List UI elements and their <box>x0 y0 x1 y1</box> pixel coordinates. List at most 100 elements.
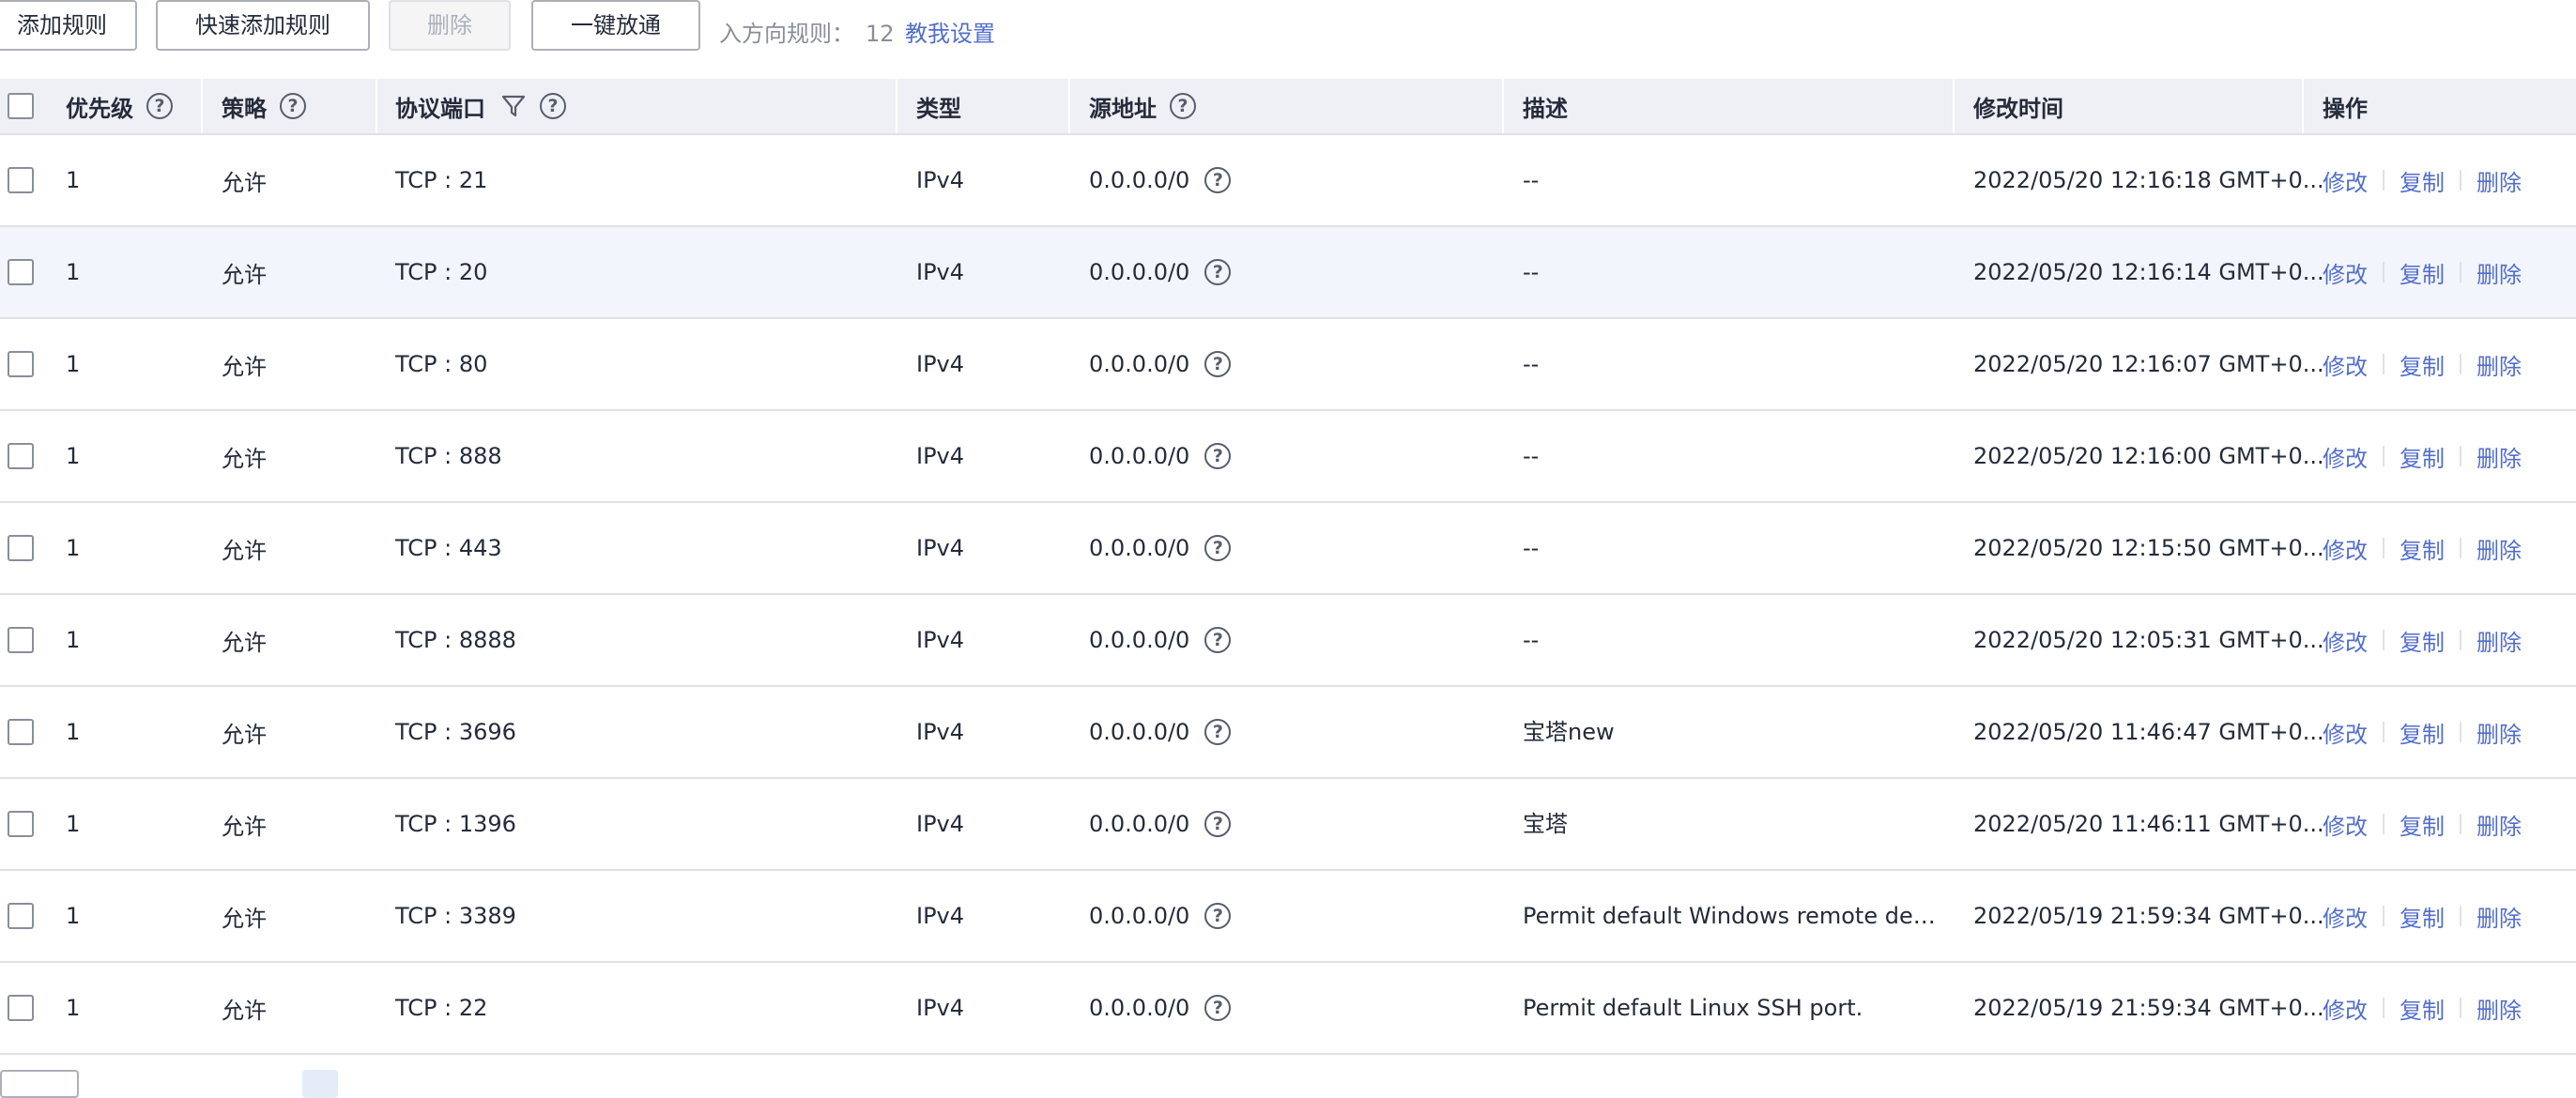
delete-link[interactable]: 删除 <box>2476 992 2522 1025</box>
row-checkbox[interactable] <box>8 167 34 193</box>
help-icon[interactable]: ? <box>1204 351 1232 377</box>
source-value: 0.0.0.0/0 <box>1089 535 1190 561</box>
copy-link[interactable]: 复制 <box>2400 716 2445 749</box>
table-row[interactable]: 1 允许 TCP : 80 IPv4 0.0.0.0/0? -- 2022/05/20 12… <box>0 319 2576 411</box>
help-icon[interactable]: ? <box>280 93 306 119</box>
one-click-open-button[interactable]: 一键放通 <box>531 0 700 51</box>
edit-link[interactable]: 修改 <box>2323 716 2368 749</box>
table-row[interactable]: 1 允许 TCP : 20 IPv4 0.0.0.0/0? -- 2022/05/20 12… <box>0 227 2576 319</box>
delete-link[interactable]: 删除 <box>2476 716 2522 749</box>
edit-link[interactable]: 修改 <box>2323 256 2368 289</box>
table-row[interactable]: 1 允许 TCP : 443 IPv4 0.0.0.0/0? -- 2022/05/20 1… <box>0 503 2576 595</box>
copy-link[interactable]: 复制 <box>2400 808 2445 841</box>
help-icon[interactable]: ? <box>1204 627 1232 653</box>
copy-link[interactable]: 复制 <box>2400 900 2445 933</box>
help-icon[interactable]: ? <box>1170 93 1196 119</box>
delete-button[interactable]: 删除 <box>389 0 511 51</box>
actions-cell: 修改 复制 删除 <box>2323 135 2522 225</box>
column-divider <box>2302 79 2304 133</box>
delete-link[interactable]: 删除 <box>2476 348 2522 381</box>
copy-link[interactable]: 复制 <box>2400 256 2445 289</box>
description-value: -- <box>1523 351 1540 377</box>
edit-link[interactable]: 修改 <box>2323 532 2368 565</box>
help-icon[interactable]: ? <box>1204 535 1232 561</box>
add-rule-button[interactable]: 添加规则 <box>0 0 137 51</box>
source-cell: 0.0.0.0/0? <box>1089 135 1232 225</box>
row-checkbox[interactable] <box>8 259 34 285</box>
help-icon[interactable]: ? <box>1204 995 1232 1021</box>
delete-link[interactable]: 删除 <box>2476 440 2522 473</box>
help-icon[interactable]: ? <box>540 93 566 119</box>
delete-link[interactable]: 删除 <box>2476 900 2522 933</box>
source-cell: 0.0.0.0/0? <box>1089 963 1232 1053</box>
delete-link[interactable]: 删除 <box>2476 164 2522 197</box>
delete-link[interactable]: 删除 <box>2476 624 2522 657</box>
help-icon[interactable]: ? <box>1204 811 1232 837</box>
modified-cell: 2022/05/20 12:16:14 GMT+0... <box>1973 259 2324 285</box>
help-icon[interactable]: ? <box>1204 443 1232 469</box>
table-row[interactable]: 1 允许 TCP : 1396 IPv4 0.0.0.0/0? 宝塔 2022/05/20 … <box>0 779 2576 871</box>
column-divider <box>1953 79 1955 133</box>
protocol-port-cell: TCP : 8888 <box>395 627 516 653</box>
help-icon[interactable]: ? <box>1204 259 1232 285</box>
action-divider <box>2460 722 2461 742</box>
table-row[interactable]: 1 允许 TCP : 888 IPv4 0.0.0.0/0? -- 2022/05/20 1… <box>0 411 2576 503</box>
copy-link[interactable]: 复制 <box>2400 164 2445 197</box>
row-checkbox[interactable] <box>8 995 34 1021</box>
table-row[interactable]: 1 允许 TCP : 21 IPv4 0.0.0.0/0? -- 2022/05/20 12… <box>0 135 2576 227</box>
table-row[interactable]: 1 允许 TCP : 3696 IPv4 0.0.0.0/0? 宝塔new 2022/05/… <box>0 687 2576 779</box>
protocol-port-cell: TCP : 80 <box>395 351 488 377</box>
edit-link[interactable]: 修改 <box>2323 164 2368 197</box>
edit-link[interactable]: 修改 <box>2323 900 2368 933</box>
help-icon[interactable]: ? <box>146 93 173 119</box>
description-value: 宝塔new <box>1523 719 1615 745</box>
select-all-checkbox[interactable] <box>8 93 34 119</box>
row-checkbox[interactable] <box>8 903 34 929</box>
guide-link[interactable]: 教我设置 <box>905 15 995 48</box>
delete-link[interactable]: 删除 <box>2476 256 2522 289</box>
filter-icon[interactable] <box>500 93 527 119</box>
edit-link[interactable]: 修改 <box>2323 624 2368 657</box>
copy-link[interactable]: 复制 <box>2400 624 2445 657</box>
table-row[interactable]: 1 允许 TCP : 22 IPv4 0.0.0.0/0? Permit default … <box>0 963 2576 1055</box>
row-checkbox[interactable] <box>8 719 34 745</box>
row-checkbox[interactable] <box>8 627 34 653</box>
help-icon[interactable]: ? <box>1204 167 1232 193</box>
delete-link[interactable]: 删除 <box>2476 808 2522 841</box>
action-divider <box>2460 538 2461 558</box>
actions-cell: 修改 复制 删除 <box>2323 871 2522 961</box>
delete-link[interactable]: 删除 <box>2476 532 2522 565</box>
table-row[interactable]: 1 允许 TCP : 3389 IPv4 0.0.0.0/0? Permit defaul… <box>0 871 2576 963</box>
copy-link[interactable]: 复制 <box>2400 348 2445 381</box>
help-icon[interactable]: ? <box>1204 903 1232 929</box>
column-source: 源地址 ? <box>1089 79 1196 133</box>
action-divider <box>2383 998 2384 1018</box>
pagination-current-page[interactable] <box>302 1070 338 1098</box>
policy-cell: 允许 <box>222 353 267 380</box>
copy-link[interactable]: 复制 <box>2400 992 2445 1025</box>
row-checkbox[interactable] <box>8 535 34 561</box>
description-value: Permit default Linux SSH port. <box>1523 995 1863 1021</box>
row-checkbox[interactable] <box>8 811 34 837</box>
table-row[interactable]: 1 允许 TCP : 8888 IPv4 0.0.0.0/0? -- 2022/05/20 … <box>0 595 2576 687</box>
actions-cell: 修改 复制 删除 <box>2323 779 2522 869</box>
edit-link[interactable]: 修改 <box>2323 440 2368 473</box>
description-cell: -- <box>1523 503 1936 593</box>
row-checkbox[interactable] <box>8 443 34 469</box>
copy-link[interactable]: 复制 <box>2400 532 2445 565</box>
type-cell: IPv4 <box>916 903 965 929</box>
page-size-select[interactable] <box>0 1070 79 1098</box>
row-checkbox[interactable] <box>8 351 34 377</box>
copy-link[interactable]: 复制 <box>2400 440 2445 473</box>
column-divider <box>376 79 377 133</box>
action-divider <box>2383 354 2384 374</box>
type-cell: IPv4 <box>916 995 965 1021</box>
column-priority: 优先级 ? <box>66 79 173 133</box>
help-icon[interactable]: ? <box>1204 719 1232 745</box>
source-value: 0.0.0.0/0 <box>1089 811 1190 837</box>
edit-link[interactable]: 修改 <box>2323 348 2368 381</box>
edit-link[interactable]: 修改 <box>2323 992 2368 1025</box>
priority-cell: 1 <box>66 443 81 469</box>
edit-link[interactable]: 修改 <box>2323 808 2368 841</box>
quick-add-rule-button[interactable]: 快速添加规则 <box>156 0 370 51</box>
